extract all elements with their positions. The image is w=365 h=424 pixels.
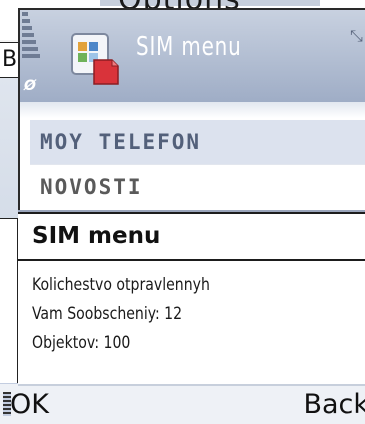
resize-icon[interactable]: ⤡: [350, 26, 363, 46]
background-left-panel: [0, 218, 18, 384]
popup-title: SIM menu: [18, 214, 365, 261]
menu-item-novosti[interactable]: NOVOSTI: [30, 164, 365, 208]
antenna-icon: Ø: [24, 78, 36, 94]
sim-application-icon: [71, 33, 119, 85]
popup-line: Kolichestvo otpravlennyh: [32, 275, 210, 295]
menu-item-moy-telefon[interactable]: MOY TELEFON: [30, 120, 365, 164]
signal-strength-icon: [22, 12, 40, 74]
sim-menu-list: MOY TELEFON NOVOSTI: [30, 120, 365, 208]
popup-line: Objektov: 100: [32, 333, 131, 353]
popup-body: Kolichestvo otpravlennyh Vam Soobscheniy…: [18, 261, 365, 358]
softkey-bar: OK Back: [0, 384, 365, 424]
popup-line: Vam Soobscheniy: 12: [32, 304, 183, 324]
title-bar: Ø SIM menu ⤡: [20, 10, 365, 102]
title-bar-shadow: [20, 102, 365, 118]
ok-softkey[interactable]: OK: [10, 386, 49, 424]
window-title: SIM menu: [136, 32, 242, 62]
info-popup: SIM menu Kolichestvo otpravlennyh Vam So…: [18, 212, 365, 386]
back-softkey[interactable]: Back: [303, 386, 365, 424]
